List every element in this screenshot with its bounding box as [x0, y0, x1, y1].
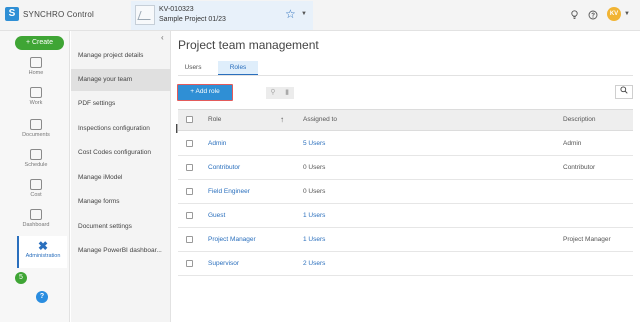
table-row[interactable]: Field Engineer 0 Users	[178, 180, 633, 204]
notification-badge[interactable]: 5	[15, 272, 27, 284]
top-bar: S SYNCHRO Control KV-010323 Sample Proje…	[0, 0, 640, 31]
main-panel: Project team management Users Roles + Ad…	[172, 31, 640, 322]
rail-item-label: Dashboard	[22, 222, 50, 228]
table-row[interactable]: Admin 5 Users Admin	[178, 132, 633, 156]
project-thumbnail	[135, 5, 155, 25]
rail-item-administration[interactable]: ✖ Administration	[17, 236, 67, 268]
rail-item-label: Administration	[25, 253, 61, 259]
chevron-left-icon[interactable]: ‹	[161, 33, 164, 42]
dashboard-icon	[30, 209, 42, 220]
cost-icon	[30, 179, 42, 190]
assigned-users-link[interactable]: 1 Users	[303, 228, 325, 252]
help-button[interactable]: ?	[36, 291, 48, 303]
rail-item-label: Documents	[22, 132, 50, 138]
role-description: Project Manager	[563, 236, 611, 243]
work-icon	[30, 87, 42, 98]
app-title: SYNCHRO Control	[23, 10, 95, 19]
column-header-role[interactable]: Role	[208, 110, 221, 130]
search-button[interactable]	[615, 85, 633, 99]
role-name-link[interactable]: Admin	[208, 132, 226, 156]
row-checkbox[interactable]	[186, 260, 193, 267]
submenu-item-powerbi[interactable]: Manage PowerBI dashboar...	[71, 240, 171, 262]
submenu-item-manage-team[interactable]: Manage your team	[71, 69, 171, 91]
admin-submenu: ‹ Manage project details Manage your tea…	[71, 31, 171, 322]
rail-item-label: Cost	[30, 192, 42, 198]
rail-item-cost[interactable]: Cost	[12, 179, 60, 209]
submenu-item-document-settings[interactable]: Document settings	[71, 216, 171, 238]
role-name-link[interactable]: Field Engineer	[208, 180, 250, 204]
rail-item-home[interactable]: Home	[12, 57, 60, 87]
row-checkbox[interactable]	[186, 188, 193, 195]
rail-item-schedule[interactable]: Schedule	[12, 149, 60, 179]
rail-item-documents[interactable]: Documents	[12, 119, 60, 149]
tab-users[interactable]: Users	[181, 61, 205, 75]
assign-user-icon[interactable]: ⚲	[266, 87, 280, 99]
user-avatar[interactable]: KV	[607, 7, 621, 21]
select-all-checkbox[interactable]	[186, 116, 193, 123]
help-circle-icon[interactable]	[588, 10, 598, 22]
role-name-link[interactable]: Project Manager	[208, 228, 256, 252]
role-name-link[interactable]: Guest	[208, 204, 225, 228]
column-header-assigned[interactable]: Assigned to	[303, 110, 337, 130]
role-description: Admin	[563, 140, 582, 147]
rail-item-dashboard[interactable]: Dashboard	[12, 209, 60, 239]
table-header: Role ↑ Assigned to Description	[178, 109, 633, 131]
submenu-item-pdf-settings[interactable]: PDF settings	[71, 93, 171, 115]
assigned-users-count: 0 Users	[303, 188, 326, 195]
assigned-users-link[interactable]: 2 Users	[303, 252, 325, 276]
row-checkbox[interactable]	[186, 212, 193, 219]
create-button[interactable]: + Create	[15, 36, 64, 50]
rail-item-label: Home	[28, 70, 44, 76]
search-icon	[620, 86, 628, 94]
tab-roles[interactable]: Roles	[218, 61, 258, 75]
project-selector[interactable]: KV-010323 Sample Project 01/23 ☆ ▼	[131, 1, 313, 30]
submenu-item-forms[interactable]: Manage forms	[71, 191, 171, 213]
project-code: KV-010323	[159, 6, 194, 13]
rail-item-label: Schedule	[24, 162, 48, 168]
assigned-users-count: 0 Users	[303, 164, 326, 171]
row-checkbox[interactable]	[186, 236, 193, 243]
submenu-item-project-details[interactable]: Manage project details	[71, 45, 171, 67]
submenu-item-cost-codes[interactable]: Cost Codes configuration	[71, 142, 171, 164]
table-row[interactable]: Contributor 0 Users Contributor	[178, 156, 633, 180]
left-rail: + Create Home Work Documents Schedule Co…	[0, 31, 70, 322]
role-description: Contributor	[563, 164, 596, 171]
app-logo[interactable]: S	[5, 7, 19, 21]
rail-item-work[interactable]: Work	[12, 87, 60, 117]
submenu-item-inspections[interactable]: Inspections configuration	[71, 118, 171, 140]
lightbulb-icon[interactable]	[570, 10, 579, 22]
chevron-down-icon[interactable]: ▼	[301, 11, 307, 17]
text-cursor-icon: I	[175, 122, 179, 136]
role-name-link[interactable]: Contributor	[208, 156, 240, 180]
assigned-users-link[interactable]: 5 Users	[303, 132, 325, 156]
table-row[interactable]: Project Manager 1 Users Project Manager	[178, 228, 633, 252]
column-header-description[interactable]: Description	[563, 110, 596, 130]
sort-ascending-icon[interactable]: ↑	[280, 110, 284, 130]
row-checkbox[interactable]	[186, 140, 193, 147]
page-title: Project team management	[178, 38, 319, 52]
home-icon	[30, 57, 42, 68]
project-name: Sample Project 01/23	[159, 16, 226, 23]
schedule-icon	[30, 149, 42, 160]
role-name-link[interactable]: Supervisor	[208, 252, 239, 276]
chevron-down-icon[interactable]: ▼	[624, 11, 630, 17]
rail-item-label: Work	[29, 100, 43, 106]
row-checkbox[interactable]	[186, 164, 193, 171]
table-row[interactable]: Supervisor 2 Users	[178, 252, 633, 276]
table-row[interactable]: Guest 1 Users	[178, 204, 633, 228]
star-outline-icon[interactable]: ☆	[285, 8, 296, 20]
tabs-divider	[178, 75, 633, 76]
assigned-users-link[interactable]: 1 Users	[303, 204, 325, 228]
add-role-button[interactable]: + Add role	[177, 84, 233, 101]
document-icon	[30, 119, 42, 130]
administration-icon: ✖	[37, 239, 49, 253]
submenu-item-imodel[interactable]: Manage iModel	[71, 167, 171, 189]
delete-icon[interactable]: ▮	[280, 87, 294, 99]
